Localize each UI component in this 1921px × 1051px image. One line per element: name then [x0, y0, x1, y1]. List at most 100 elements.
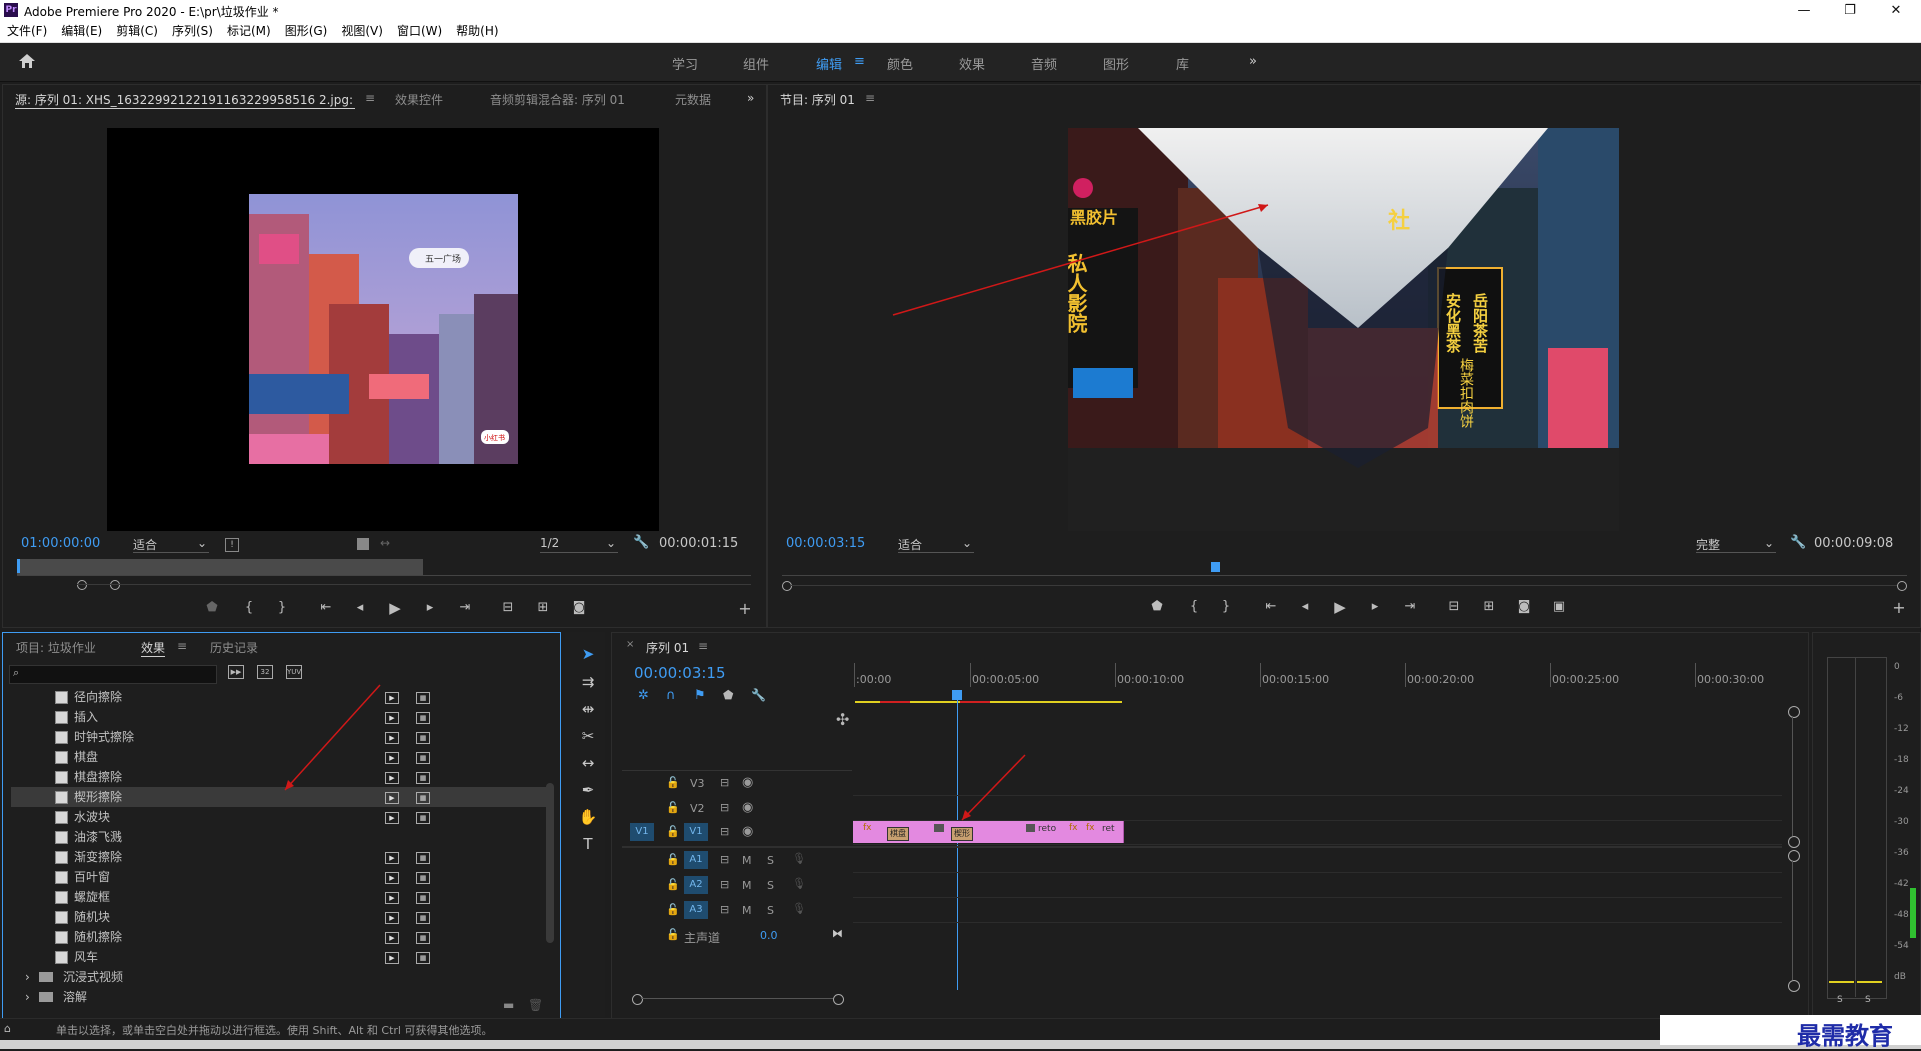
menu-window[interactable]: 窗口(W)	[390, 21, 449, 42]
program-lift-icon[interactable]: ⊟	[1445, 599, 1463, 614]
effect-item[interactable]: 棋盘 ▶ ▦	[11, 747, 546, 767]
menu-view[interactable]: 视图(V)	[334, 21, 390, 42]
more-workspaces-icon[interactable]: »	[1249, 54, 1257, 69]
program-go-to-out-icon[interactable]: ⇥	[1401, 599, 1419, 614]
linked-selection-icon[interactable]: ⚑	[694, 688, 706, 703]
more-tabs-icon[interactable]: »	[747, 91, 754, 105]
effect-item[interactable]: 随机块 ▶ ▦	[11, 907, 546, 927]
source-playhead[interactable]	[17, 559, 20, 573]
transition-checkerboard[interactable]: 棋盘	[887, 827, 909, 841]
tab-metadata[interactable]: 元数据	[675, 91, 711, 108]
workspace-menu-icon[interactable]: ≡	[854, 54, 865, 69]
track-label[interactable]: A3	[684, 901, 708, 919]
hand-tool-icon[interactable]: ✋	[578, 808, 598, 826]
track-label[interactable]: V3	[690, 777, 705, 790]
timeline-timecode[interactable]: 00:00:03:15	[634, 664, 726, 682]
meter-solo-right[interactable]: S	[1865, 995, 1871, 1005]
track-label[interactable]: A1	[684, 851, 708, 869]
source-play-icon[interactable]: ▶	[386, 599, 404, 617]
tab-effect-controls[interactable]: 效果控件	[395, 91, 443, 108]
program-marker-icon[interactable]: ⬟	[1148, 599, 1166, 614]
close-sequence-icon[interactable]: ×	[626, 639, 634, 650]
tab-history[interactable]: 历史记录	[210, 639, 258, 656]
track-label[interactable]: A2	[684, 876, 708, 894]
sync-lock-icon[interactable]: ⊟	[720, 801, 729, 814]
restore-button[interactable]: ❐	[1827, 0, 1873, 21]
source-zoom-handle-right[interactable]	[110, 580, 120, 590]
effect-item[interactable]: 渐变擦除 ▶ ▦	[11, 847, 546, 867]
effect-item[interactable]: 风车 ▶ ▦	[11, 947, 546, 967]
timeline-playhead-head[interactable]	[952, 690, 962, 700]
program-tab-menu-icon[interactable]: ≡	[865, 91, 875, 105]
source-zoom-handle-left[interactable]	[77, 580, 87, 590]
source-tab-menu-icon[interactable]: ≡	[365, 91, 375, 105]
source-overwrite-icon[interactable]: ⊞	[534, 600, 552, 615]
meter-solo-left[interactable]: S	[1837, 995, 1843, 1005]
master-go-to-end-icon[interactable]: ⧓	[832, 927, 843, 940]
workspace-audio[interactable]: 音频	[1031, 54, 1057, 73]
program-play-icon[interactable]: ▶	[1331, 598, 1349, 616]
source-timecode[interactable]: 01:00:00:00	[21, 536, 100, 551]
h-scroll-handle-right[interactable]	[833, 994, 844, 1005]
effect-item[interactable]: 棋盘擦除 ▶ ▦	[11, 767, 546, 787]
sync-lock-icon[interactable]: ⊟	[720, 878, 729, 891]
home-icon[interactable]	[18, 53, 36, 69]
voiceover-mic-icon[interactable]: 🎙	[792, 877, 806, 890]
workspace-editing[interactable]: 编辑	[816, 54, 842, 73]
workspace-libraries[interactable]: 库	[1176, 54, 1189, 73]
program-zoom-handle-right[interactable]	[1897, 581, 1907, 591]
effect-item[interactable]: 油漆飞溅	[11, 827, 546, 847]
program-add-button-icon[interactable]: +	[1890, 598, 1908, 617]
program-go-to-in-icon[interactable]: ⇤	[1262, 599, 1280, 614]
v-scroll-track[interactable]	[1792, 716, 1793, 836]
source-patch-v1[interactable]: V1	[630, 823, 654, 841]
close-button[interactable]: ✕	[1873, 0, 1919, 21]
effect-item[interactable]: 随机擦除 ▶ ▦	[11, 927, 546, 947]
a-scroll-track[interactable]	[1792, 860, 1793, 980]
menu-clip[interactable]: 剪辑(C)	[109, 21, 165, 42]
effect-folder[interactable]: › 沉浸式视频	[11, 967, 546, 987]
solo-button[interactable]: S	[767, 854, 774, 867]
32bit-effects-icon[interactable]: 32	[257, 665, 273, 679]
workspace-effects[interactable]: 效果	[959, 54, 985, 73]
workspace-graphics[interactable]: 图形	[1103, 54, 1129, 73]
workspace-assembly[interactable]: 组件	[743, 54, 769, 73]
drag-video-icon[interactable]	[357, 538, 369, 550]
slip-tool-icon[interactable]: ↔	[578, 754, 598, 772]
type-tool-icon[interactable]: T	[578, 835, 598, 853]
drag-audio-icon[interactable]: ↔	[380, 536, 390, 550]
new-bin-icon[interactable]: ▬	[503, 998, 514, 1012]
track-label[interactable]: V2	[690, 802, 705, 815]
source-step-forward-icon[interactable]: ▸	[421, 600, 439, 615]
voiceover-mic-icon[interactable]: 🎙	[792, 902, 806, 915]
source-marker-icon[interactable]: ⬟	[203, 600, 221, 615]
program-export-frame-icon[interactable]: ◙	[1515, 599, 1533, 614]
source-zoom-bar[interactable]	[77, 584, 751, 585]
sync-lock-icon[interactable]: ⊟	[720, 776, 729, 789]
source-settings-icon[interactable]: 🔧	[633, 535, 649, 550]
tab-program[interactable]: 节目: 序列 01	[780, 91, 855, 108]
lock-icon[interactable]: 🔓	[666, 853, 680, 866]
effect-item[interactable]: 水波块 ▶ ▦	[11, 807, 546, 827]
menu-edit[interactable]: 编辑(E)	[54, 21, 109, 42]
track-select-tool-icon[interactable]: ⇉	[578, 673, 598, 691]
lock-icon[interactable]: 🔓	[666, 903, 680, 916]
tab-audio-clip-mixer[interactable]: 音频剪辑混合器: 序列 01	[490, 91, 625, 108]
voiceover-mic-icon[interactable]: 🎙	[792, 852, 806, 865]
mute-button[interactable]: M	[742, 904, 752, 917]
effect-item[interactable]: 插入 ▶ ▦	[11, 707, 546, 727]
program-zoom-handle-left[interactable]	[782, 581, 792, 591]
program-fit-select[interactable]: 适合 ⌄	[898, 536, 974, 553]
source-zoom-region[interactable]	[17, 559, 423, 575]
mute-button[interactable]: M	[742, 879, 752, 892]
program-mark-out-icon[interactable]: }	[1217, 599, 1235, 614]
lock-icon[interactable]: 🔓	[666, 825, 680, 838]
minimize-button[interactable]: —	[1781, 0, 1827, 21]
nest-icon[interactable]: ✲	[638, 688, 649, 703]
source-go-to-in-icon[interactable]: ⇤	[317, 600, 335, 615]
accelerated-effects-icon[interactable]: ▶▶	[228, 665, 244, 679]
effects-search-input[interactable]: ⌕	[9, 665, 217, 684]
program-timecode[interactable]: 00:00:03:15	[786, 536, 865, 551]
effects-tab-menu-icon[interactable]: ≡	[177, 639, 187, 653]
snap-icon[interactable]: ∩	[666, 688, 676, 703]
